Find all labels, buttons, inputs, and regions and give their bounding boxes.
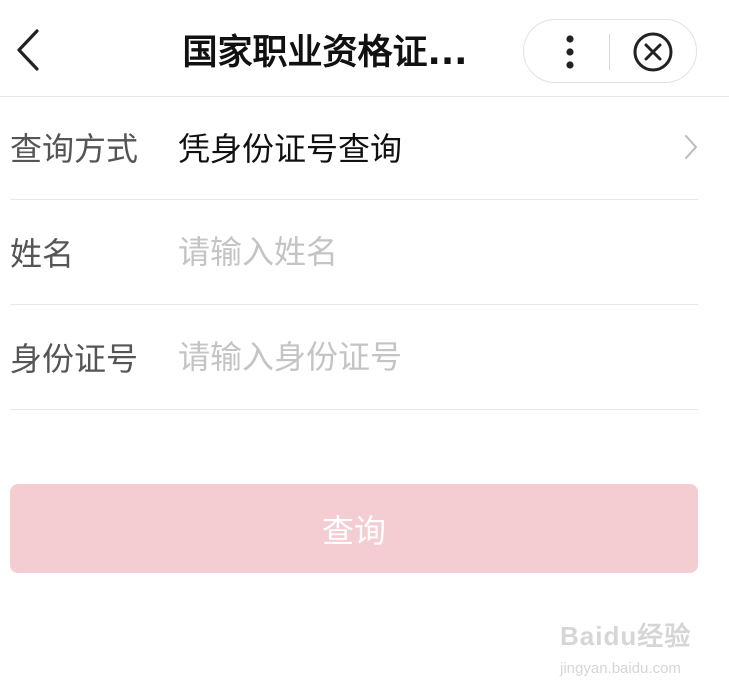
close-circle-icon	[633, 32, 673, 72]
name-row: 姓名	[10, 200, 698, 305]
nav-header: 国家职业资格证...	[0, 0, 729, 97]
watermark-brand: Baidu经验	[560, 621, 692, 651]
id-number-row: 身份证号	[10, 305, 698, 410]
query-method-row[interactable]: 查询方式 凭身份证号查询	[10, 95, 698, 200]
more-button[interactable]	[538, 26, 602, 78]
id-number-input[interactable]	[178, 331, 678, 383]
page-title: 国家职业资格证...	[182, 33, 468, 73]
name-label: 姓名	[10, 235, 75, 273]
name-input[interactable]	[178, 226, 678, 278]
more-vertical-icon	[566, 35, 574, 69]
chevron-right-icon	[684, 95, 698, 199]
baidu-jingyan-watermark: Baidu经验 jingyan.baidu.com	[556, 612, 726, 692]
back-button[interactable]	[6, 22, 50, 78]
query-button[interactable]: 查询	[10, 484, 698, 573]
back-arrow-icon	[17, 29, 39, 71]
id-number-label: 身份证号	[10, 340, 139, 378]
close-button[interactable]	[620, 26, 686, 78]
capsule-divider	[609, 34, 610, 70]
page: 国家职业资格证... 查询方式 凭身份证号查询 姓名 请输入姓名 身份证号 请输…	[0, 0, 729, 697]
mini-program-capsule	[523, 19, 697, 83]
query-method-label: 查询方式	[10, 130, 139, 168]
watermark-url: jingyan.baidu.com	[560, 660, 681, 677]
query-method-value: 凭身份证号查询	[178, 130, 403, 168]
